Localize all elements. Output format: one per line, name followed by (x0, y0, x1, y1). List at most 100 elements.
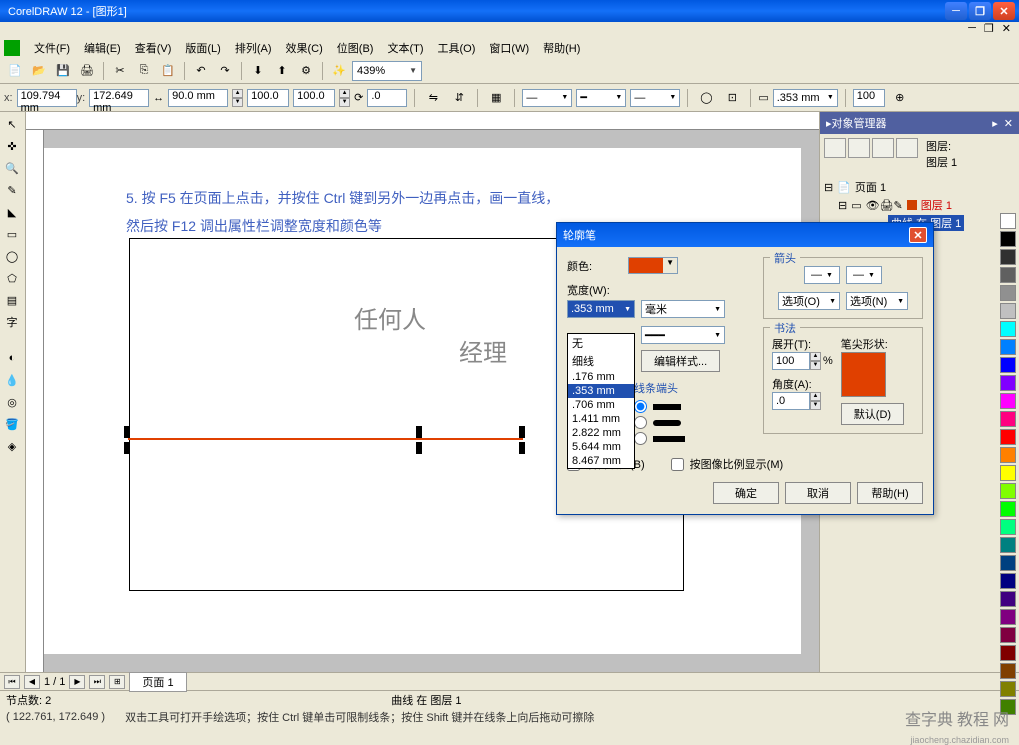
redo-icon[interactable]: ↷ (214, 60, 236, 82)
first-page-button[interactable]: ⏮ (4, 675, 20, 689)
end-arrow-options[interactable]: 选项(N) (846, 292, 908, 310)
basic-shapes-icon[interactable]: ▤ (2, 290, 22, 310)
dialog-close-button[interactable]: ✕ (909, 227, 927, 243)
color-swatch[interactable] (1000, 681, 1016, 697)
line-style-combo[interactable]: ━ (576, 89, 626, 107)
color-swatch[interactable] (1000, 645, 1016, 661)
start-arrow-options[interactable]: 选项(O) (778, 292, 840, 310)
outline-width-combo[interactable]: .353 mm (773, 89, 838, 107)
fill-tool-icon[interactable]: 🪣 (2, 414, 22, 434)
menu-layout[interactable]: 版面(L) (179, 38, 226, 58)
color-swatch[interactable] (1000, 411, 1016, 427)
end-arrow-picker[interactable]: — (846, 266, 882, 284)
freehand-tool-icon[interactable]: ✎ (2, 180, 22, 200)
zoom-combo[interactable]: 439% (352, 61, 422, 81)
cap-radio[interactable] (634, 432, 647, 445)
menu-effects[interactable]: 效果(C) (280, 38, 329, 58)
color-swatch[interactable] (1000, 591, 1016, 607)
wrap-icon[interactable]: ▦ (485, 87, 507, 109)
color-swatch[interactable] (1000, 519, 1016, 535)
export-icon[interactable]: ⬆ (271, 60, 293, 82)
y-input[interactable]: 172.649 mm (89, 89, 149, 107)
mirror-v-icon[interactable]: ⇵ (448, 87, 470, 109)
color-swatch[interactable] (1000, 339, 1016, 355)
color-swatch[interactable] (1000, 555, 1016, 571)
page-tab[interactable]: 页面 1 (129, 672, 186, 692)
color-swatch[interactable] (1000, 321, 1016, 337)
last-page-button[interactable]: ⏭ (89, 675, 105, 689)
color-swatch[interactable] (1000, 285, 1016, 301)
color-swatch[interactable] (1000, 231, 1016, 247)
lock-icon[interactable]: ⊕ (889, 87, 911, 109)
menu-help[interactable]: 帮助(H) (537, 38, 586, 58)
width-option[interactable]: .706 mm (568, 398, 634, 412)
open-icon[interactable]: 📂 (28, 60, 50, 82)
color-swatch[interactable] (1000, 447, 1016, 463)
prev-page-button[interactable]: ◀ (24, 675, 40, 689)
tree-page[interactable]: 页面 1 (855, 179, 886, 195)
smart-tool-icon[interactable]: ◣ (2, 202, 22, 222)
next-page-button[interactable]: ▶ (69, 675, 85, 689)
undo-icon[interactable]: ↶ (190, 60, 212, 82)
end-arrow-combo[interactable]: — (630, 89, 680, 107)
start-arrow-picker[interactable]: — (804, 266, 840, 284)
color-swatch[interactable] (1000, 393, 1016, 409)
tree-layer[interactable]: 图层 1 (921, 197, 952, 213)
selected-line[interactable] (128, 438, 523, 440)
width-option[interactable]: 1.411 mm (568, 412, 634, 426)
color-swatch[interactable] (1000, 663, 1016, 679)
menu-file[interactable]: 文件(F) (28, 38, 76, 58)
color-swatch[interactable] (1000, 483, 1016, 499)
width-option[interactable]: 8.467 mm (568, 454, 634, 468)
minimize-button[interactable]: ─ (945, 2, 967, 20)
x-input[interactable]: 109.794 mm (17, 89, 77, 107)
cancel-button[interactable]: 取消 (785, 482, 851, 504)
copy-icon[interactable]: ⎘ (133, 60, 155, 82)
menu-text[interactable]: 文本(T) (381, 38, 429, 58)
stretch-input[interactable] (772, 352, 810, 370)
selection-handle[interactable] (519, 442, 525, 454)
import-icon[interactable]: ⬇ (247, 60, 269, 82)
color-swatch[interactable] (1000, 573, 1016, 589)
opacity-input[interactable]: 100 (853, 89, 885, 107)
connector-icon[interactable]: ⊡ (721, 87, 743, 109)
print-icon[interactable]: 🖨 (76, 60, 98, 82)
doc-restore[interactable]: ❐ (980, 22, 998, 38)
save-icon[interactable]: 💾 (52, 60, 74, 82)
new-icon[interactable]: 📄 (4, 60, 26, 82)
panel-tab-1[interactable] (824, 138, 846, 158)
color-swatch[interactable] (1000, 609, 1016, 625)
color-swatch[interactable] (1000, 627, 1016, 643)
zoom-tool-icon[interactable]: 🔍 (2, 158, 22, 178)
panel-close-icon[interactable]: ✕ (1004, 117, 1013, 130)
width-option[interactable]: 细线 (568, 352, 634, 370)
menu-edit[interactable]: 编辑(E) (78, 38, 127, 58)
outline-tool-icon[interactable]: ◎ (2, 392, 22, 412)
app-launcher-icon[interactable]: ⚙ (295, 60, 317, 82)
width-dropdown[interactable]: 无 细线 .176 mm .353 mm .706 mm 1.411 mm 2.… (567, 333, 635, 469)
menu-bitmap[interactable]: 位图(B) (331, 38, 380, 58)
scale1-input[interactable]: 100.0 (247, 89, 289, 107)
panel-tab-2[interactable] (848, 138, 870, 158)
width-option[interactable]: .176 mm (568, 370, 634, 384)
cap-radio[interactable] (634, 400, 647, 413)
add-page-button[interactable]: ⊞ (109, 675, 125, 689)
width-option[interactable]: 5.644 mm (568, 440, 634, 454)
selection-handle[interactable] (416, 426, 422, 438)
cut-icon[interactable]: ✂ (109, 60, 131, 82)
width-option[interactable]: 2.822 mm (568, 426, 634, 440)
maximize-button[interactable]: ❐ (969, 2, 991, 20)
width-option-selected[interactable]: .353 mm (568, 384, 634, 398)
pick-tool-icon[interactable]: ↖ (2, 114, 22, 134)
cap-radio[interactable] (634, 416, 647, 429)
color-swatch[interactable] (1000, 429, 1016, 445)
panel-menu-icon[interactable]: ▸ (992, 117, 998, 130)
ellipse-tool-icon[interactable]: ◯ (2, 246, 22, 266)
auto-close-icon[interactable]: ◯ (695, 87, 717, 109)
blend-tool-icon[interactable]: ◐ (2, 348, 22, 368)
selection-handle[interactable] (124, 426, 130, 438)
wand-icon[interactable]: ✨ (328, 60, 350, 82)
color-swatch[interactable] (1000, 357, 1016, 373)
start-arrow-combo[interactable]: — (522, 89, 572, 107)
color-swatch[interactable] (1000, 465, 1016, 481)
